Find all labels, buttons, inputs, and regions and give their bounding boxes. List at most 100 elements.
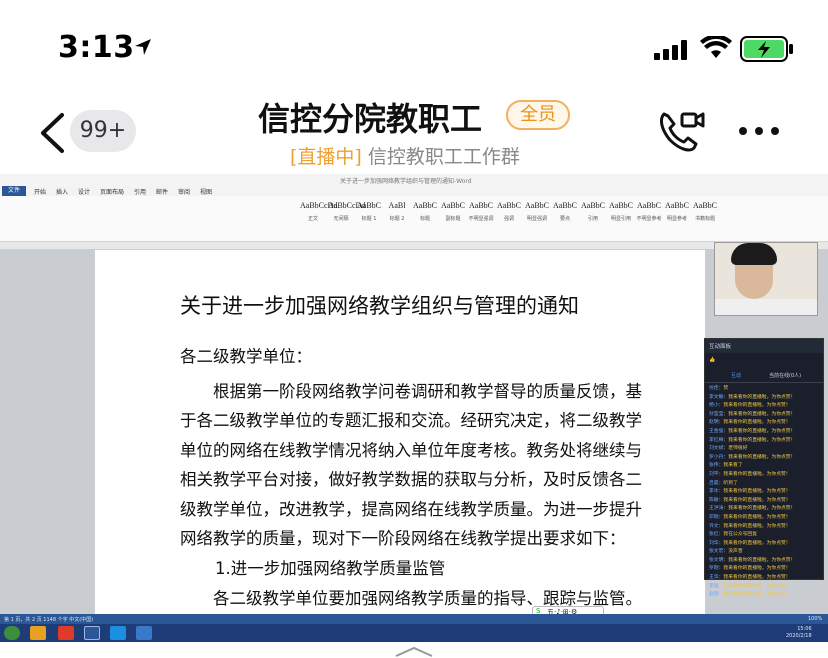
chat-message-text: 我来看你的直播啦，为你点赞！	[728, 437, 796, 443]
chat-message-user: 李红梅	[709, 437, 724, 443]
style-option[interactable]: AaBbC 不明显参考	[636, 198, 662, 226]
style-option[interactable]: AaBbC 标题 1	[356, 198, 382, 226]
taskbar-browser-icon[interactable]	[30, 626, 46, 640]
style-sample: AaBbC	[553, 201, 577, 210]
chat-message-text: 我来看你的直播啦，为你点赞！	[728, 411, 796, 417]
signal-icon	[654, 40, 687, 60]
tab-online[interactable]: 当前在线(0人)	[769, 372, 801, 379]
style-option[interactable]: AaBl 标题 2	[384, 198, 410, 226]
style-sample: AaBbC	[665, 201, 689, 210]
tab-design[interactable]: 设计	[78, 187, 90, 196]
shared-screen[interactable]: 关于进一步加强网络教学组织与管理的通知-Word 文件 开始 插入 设计 页面布…	[0, 174, 828, 642]
left-margin-area	[0, 250, 92, 610]
style-option[interactable]: AaBbC 不明显强调	[468, 198, 494, 226]
more-icon[interactable]	[738, 126, 780, 136]
document-line: 相关教学平台对接，做好教学数据的获取与分析，及时反馈各二	[180, 470, 642, 489]
chat-message: 杨小：我来看你的直播啦，为你点赞！	[709, 403, 791, 409]
style-name: 标题	[419, 216, 430, 222]
word-status-text: 第 1 页，共 2 页 1148 个字 中文(中国)	[4, 617, 94, 623]
wifi-icon	[700, 36, 732, 58]
taskbar-word-icon[interactable]	[84, 626, 100, 640]
chat-message: 刘平：我来看你的直播啦，为你点赞！	[709, 471, 791, 477]
tab-references[interactable]: 引用	[134, 187, 146, 196]
style-option[interactable]: AaBbC 明显引用	[608, 198, 634, 226]
style-option[interactable]: AaBbC 标题	[412, 198, 438, 226]
tab-mailings[interactable]: 邮件	[156, 187, 168, 196]
chat-message-text: 我来看你的直播啦，为你点赞！	[723, 471, 791, 477]
chat-message-text: 我来看你的直播啦，为你点赞！	[728, 454, 796, 460]
style-option[interactable]: AaBbC 要点	[552, 198, 578, 226]
chat-message-text: 我来看你的直播啦，为你点赞！	[723, 566, 791, 572]
chat-message-user: 罗小丹	[709, 454, 724, 460]
expand-chevron-icon[interactable]	[394, 646, 434, 658]
clock: 3:13	[58, 30, 135, 65]
word-ribbon: AaBbCcDd 正文 AaBbCcDd 无间隔 AaBbC 标题 1 AaBl 标题 2 Aa…	[0, 196, 828, 242]
chat-message: 赵明：我来看你的直播啦，为你点赞！	[709, 420, 791, 426]
chat-message-text: 听到了	[723, 480, 738, 486]
style-sample: AaBbC	[497, 201, 521, 210]
chat-message: 许文：我来看你的直播啦，为你点赞！	[709, 523, 791, 529]
chat-message-text: 我来看你的直播啦，为你点赞！	[723, 592, 791, 598]
chat-message: 张文明：我来看你的直播啦，为你点赞！	[709, 557, 796, 563]
chat-message-user: 李强	[709, 583, 719, 589]
chat-message-user: 邓刚	[709, 514, 719, 520]
tab-view[interactable]: 视图	[200, 187, 212, 196]
word-ribbon-tabs: 文件 开始 插入 设计 页面布局 引用 邮件 审阅 视图	[0, 186, 828, 196]
style-sample: AaBl	[388, 201, 406, 210]
tab-insert[interactable]: 插入	[56, 187, 68, 196]
chat-message: 李冰：我来看你的直播啦，为你点赞！	[709, 489, 791, 495]
style-name: 书籍标题	[694, 216, 715, 222]
group-title: 信控分院教职工	[258, 100, 483, 138]
likes-row: 👍	[705, 353, 823, 369]
tab-file[interactable]: 文件	[2, 186, 26, 196]
live-tag: [直播中]	[290, 146, 362, 168]
chat-message: 陈静：我来看你的直播啦，为你点赞！	[709, 497, 791, 503]
document-salutation: 各二级教学单位：	[180, 347, 312, 366]
battery-charging-icon	[740, 36, 793, 62]
chat-message-text: 我来看你的直播啦，为你点赞！	[723, 540, 791, 546]
chat-message-user: 许文	[709, 523, 719, 529]
style-option[interactable]: AaBbC 副标题	[440, 198, 466, 226]
chat-message-text: 我来看你的直播啦，为你点赞！	[723, 514, 791, 520]
style-name: 副标题	[445, 216, 461, 222]
taskbar-app-icon[interactable]	[110, 626, 126, 640]
style-option[interactable]: AaBbC 明显参考	[664, 198, 690, 226]
tab-home[interactable]: 开始	[34, 187, 46, 196]
chat-message: 刘文斌：老师很好	[709, 446, 748, 452]
chat-message: 仿佳：赞	[709, 386, 729, 391]
live-subtitle[interactable]: [直播中] 信控教职工工作群	[290, 142, 520, 169]
taskbar-app-icon[interactable]	[58, 626, 74, 640]
tab-interaction[interactable]: 互动	[731, 372, 741, 379]
tab-review[interactable]: 审阅	[178, 187, 190, 196]
chat-message-text: 赞	[723, 386, 729, 391]
document-item-heading: 1.进一步加强网络教学质量监管	[215, 559, 446, 578]
style-option[interactable]: AaBbC 强调	[496, 198, 522, 226]
tab-layout[interactable]: 页面布局	[100, 187, 124, 196]
document-line: 于各二级教学单位的专题汇报和交流。经研究决定，将二级教学	[180, 411, 642, 430]
document-page[interactable]: 关于进一步加强网络教学组织与管理的通知 各二级教学单位： 根据第一阶段网络教学问…	[95, 250, 705, 614]
thumbs-up-icon[interactable]: 👍	[709, 357, 715, 363]
style-option[interactable]: AaBbCcDd 无间隔	[328, 198, 365, 226]
start-button-icon[interactable]	[4, 626, 20, 640]
style-sample: AaBbC	[413, 201, 437, 210]
chat-message-user: 孙莹莹	[709, 411, 724, 417]
word-status-bar: 第 1 页，共 2 页 1148 个字 中文(中国) 100%	[0, 614, 828, 624]
member-tag: 全员	[506, 100, 570, 130]
unread-count-badge[interactable]: 99+	[70, 110, 136, 152]
chat-message: 王洪涛：我来看你的直播啦，为你点赞！	[709, 506, 796, 512]
chat-message-user: 张文宏	[709, 549, 724, 555]
document-title: 关于进一步加强网络教学组织与管理的通知	[180, 294, 579, 318]
chat-message: 张红：我在公众号回复	[709, 532, 758, 538]
chat-message: 王金强：我来看你的直播啦，为你点赞！	[709, 428, 796, 434]
style-option[interactable]: AaBbC 书籍标题	[692, 198, 718, 226]
taskbar-app-icon[interactable]	[136, 626, 152, 640]
interaction-panel[interactable]: 互动面板 👍 互动 当前在线(0人) 仿佳：赞 李文静：我来看你的直播啦，为你点赞…	[704, 338, 824, 597]
style-sample: AaBbC	[637, 201, 661, 210]
back-chevron-icon[interactable]	[38, 112, 66, 154]
system-tray-clock[interactable]: 15:06 2020/2/18	[786, 626, 812, 640]
video-call-icon[interactable]	[658, 110, 706, 154]
style-option[interactable]: AaBbCcDd 正文	[300, 198, 337, 226]
style-option[interactable]: AaBbC 引用	[580, 198, 606, 226]
style-sample: AaBbC	[693, 201, 717, 210]
style-option[interactable]: AaBbC 明显强调	[524, 198, 550, 226]
